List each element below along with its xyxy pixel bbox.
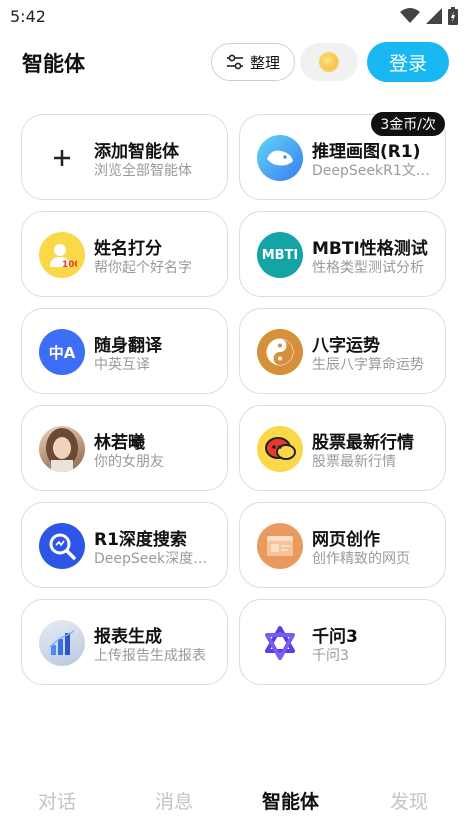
agent-card-name-score[interactable]: 100 姓名打分 帮你起个好名字 [21,211,228,297]
agent-card-mbti[interactable]: MBTI MBTI性格测试 性格类型测试分析 [239,211,446,297]
coin-button[interactable] [300,43,358,81]
wifi-icon [400,8,420,23]
battery-icon [448,7,458,25]
status-time: 5:42 [10,6,46,26]
organize-label: 整理 [249,53,280,72]
agent-name: MBTI性格测试 [312,239,428,259]
agent-name: 林若曦 [94,433,145,453]
agent-card-girlfriend[interactable]: 林若曦 你的女朋友 [21,405,228,491]
agent-desc: DeepSeek深度搜索 [94,551,216,567]
webpage-icon [257,523,303,569]
agent-name: 八字运势 [312,336,380,356]
agent-name: 股票最新行情 [312,433,414,453]
page-title: 智能体 [22,52,85,76]
agent-desc: 浏览全部智能体 [94,163,192,179]
agent-desc: 创作精致的网页 [312,551,410,567]
girl-avatar-icon [39,426,85,472]
agent-card-deep-search[interactable]: R1深度搜索 DeepSeek深度搜索 [21,502,228,588]
agent-desc: 你的女朋友 [94,454,164,470]
agent-card-add[interactable]: 添加智能体 浏览全部智能体 [21,114,228,200]
deep-search-icon [39,523,85,569]
agent-card-translate[interactable]: 中A 随身翻译 中英互译 [21,308,228,394]
agent-desc: 性格类型测试分析 [312,260,424,276]
agent-name: 推理画图(R1) [312,142,421,162]
agent-name: R1深度搜索 [94,530,187,550]
agent-name: 网页创作 [312,530,380,550]
agent-card-report[interactable]: 报表生成 上传报告生成报表 [21,599,228,685]
signal-icon [426,8,442,24]
agent-name: 添加智能体 [94,142,179,162]
agent-desc: 上传报告生成报表 [94,648,206,664]
agent-desc: 帮你起个好名字 [94,260,192,276]
agent-desc: 股票最新行情 [312,454,396,470]
agent-name: 报表生成 [94,627,162,647]
agent-desc: DeepSeekR1文生图 [312,163,434,179]
agent-card-webpage[interactable]: 网页创作 创作精致的网页 [239,502,446,588]
mbti-icon-text: MBTI [261,247,299,263]
stock-chat-icon [257,426,303,472]
qwen-star-icon [257,620,303,666]
sliders-icon [226,54,243,70]
agent-card-qwen[interactable]: 千问3 千问3 [239,599,446,685]
svg-text:100: 100 [62,260,77,270]
nav-item-chat[interactable]: 对话 [38,787,76,814]
nav-item-agents[interactable]: 智能体 [262,787,319,814]
nav-item-discover[interactable]: 发现 [390,787,428,814]
agent-desc: 中英互译 [94,357,150,373]
name-score-icon: 100 [39,232,85,278]
agent-name: 随身翻译 [94,336,162,356]
header: 智能体 整理 登录 [0,40,468,86]
agent-card-deepseek-draw[interactable]: 推理画图(R1) DeepSeekR1文生图 3金币/次 [239,112,446,200]
agent-name: 千问3 [312,627,358,647]
agent-desc: 千问3 [312,648,349,664]
deepseek-whale-icon [257,135,303,181]
agent-name: 姓名打分 [94,239,162,259]
plus-icon [39,135,85,181]
agent-card-stock[interactable]: 股票最新行情 股票最新行情 [239,405,446,491]
status-icons [400,7,458,25]
bottom-nav: 对话 消息 智能体 发现 [0,778,468,822]
price-badge: 3金币/次 [371,112,445,136]
report-chart-icon [39,620,85,666]
translate-icon-text: 中A [48,343,76,362]
yin-yang-icon [257,329,303,375]
status-bar: 5:42 [0,0,468,32]
translate-icon: 中A [39,329,85,375]
mbti-icon: MBTI [257,232,303,278]
agent-desc: 生辰八字算命运势 [312,357,424,373]
agent-card-bazi[interactable]: 八字运势 生辰八字算命运势 [239,308,446,394]
login-button[interactable]: 登录 [367,42,449,82]
organize-button[interactable]: 整理 [211,43,295,81]
coin-icon [319,52,339,72]
nav-item-messages[interactable]: 消息 [155,787,193,814]
